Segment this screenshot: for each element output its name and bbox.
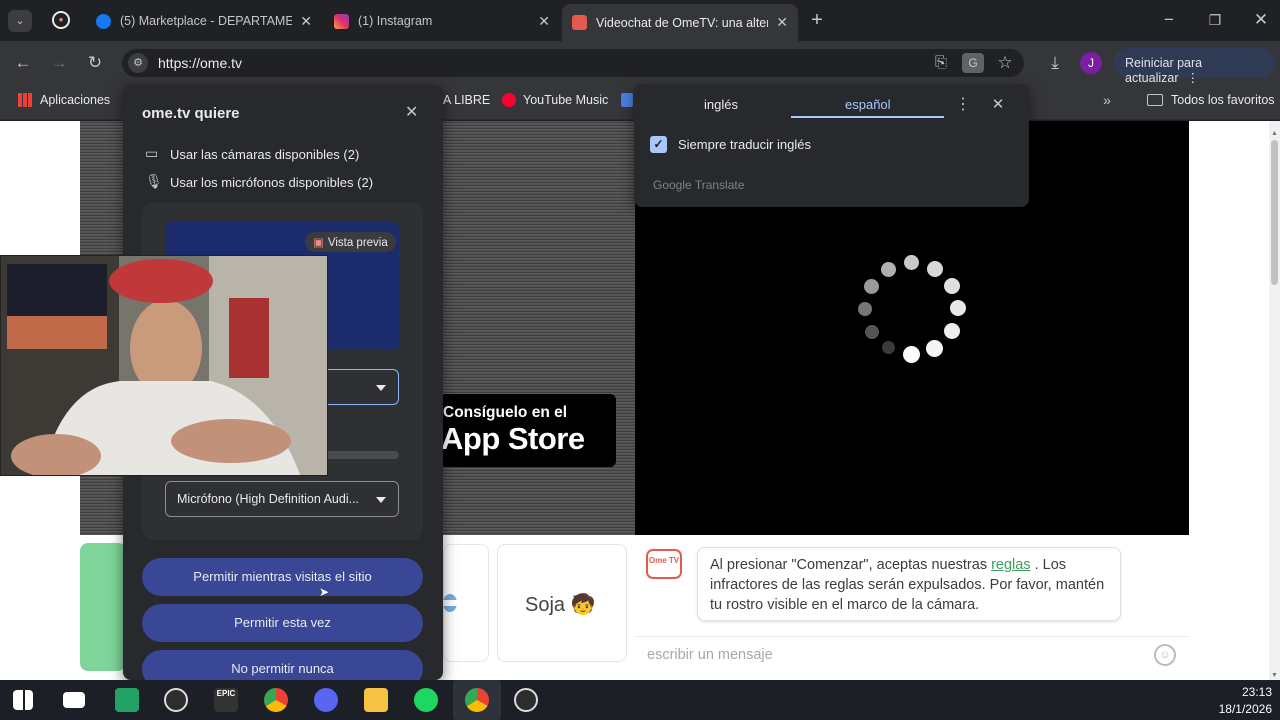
back-icon[interactable]: ← (12, 53, 34, 73)
epic-games-icon[interactable]: EPIC (214, 688, 238, 712)
always-translate-label: Siempre traducir inglés (678, 137, 811, 152)
update-button[interactable]: Reiniciar para actualizar ⋮ (1114, 48, 1276, 85)
bookmark-apps[interactable]: Aplicaciones (18, 93, 110, 107)
webcam-image (1, 256, 327, 475)
mouse-cursor-icon: ➤ (319, 585, 330, 599)
chrome-profile-icon[interactable] (465, 688, 489, 712)
discord-icon[interactable] (314, 688, 338, 712)
rules-message: Al presionar "Comenzar", aceptas nuestra… (697, 547, 1121, 621)
app-circle-icon[interactable] (164, 688, 188, 712)
minimize-icon[interactable]: − (1158, 10, 1180, 30)
obs-icon[interactable] (514, 688, 538, 712)
chrome-icon[interactable] (264, 688, 288, 712)
close-window-icon[interactable]: ✕ (1250, 10, 1272, 30)
install-app-icon[interactable]: ⎘ (930, 53, 952, 73)
close-tab-icon[interactable]: ✕ (776, 14, 788, 31)
tab-ometv[interactable]: Videochat de OmeTV: una alternativa ✕ (562, 4, 798, 41)
reload-icon[interactable]: ↻ (84, 53, 106, 73)
microphone-icon: 🎙 (145, 173, 163, 189)
kid-emoji-icon: 🧒 (570, 594, 596, 616)
close-icon[interactable]: ✕ (988, 95, 1008, 115)
soja-label: Soja 🧒 (525, 594, 596, 616)
close-tab-icon[interactable]: ✕ (300, 13, 312, 30)
download-icon[interactable]: ⤓ (1044, 53, 1066, 73)
windows-start-icon[interactable] (13, 690, 33, 710)
apps-grid-icon (18, 93, 32, 107)
close-tab-icon[interactable]: ✕ (538, 13, 550, 30)
mic-permission-row: Usar los micrófonos disponibles (2) (170, 175, 374, 190)
permission-title: ome.tv quiere (142, 105, 240, 122)
facebook-icon (96, 13, 111, 29)
emoji-icon[interactable]: ☺ (1154, 644, 1176, 666)
tradingview-icon[interactable] (63, 692, 85, 708)
bookmark-star-icon[interactable]: ☆ (994, 53, 1016, 73)
active-tab-indicator (791, 116, 944, 118)
webcam-overlay[interactable] (0, 255, 328, 476)
instagram-icon (334, 13, 349, 29)
allow-once-button[interactable]: Permitir esta vez (142, 604, 423, 642)
chevron-down-icon (376, 497, 386, 503)
tab-search-icon[interactable]: ⌄ (8, 10, 32, 32)
spotify-icon[interactable] (414, 688, 438, 712)
docs-bookmark-icon[interactable] (621, 93, 633, 107)
argentina-flag-icon (443, 594, 457, 612)
bookmark-all[interactable]: Todos los favoritos (1147, 93, 1275, 107)
tab-target-language[interactable]: español (845, 97, 891, 112)
start-button-card[interactable] (80, 543, 126, 671)
chevron-down-icon (376, 385, 386, 391)
more-options-icon[interactable]: ⋮ (954, 95, 972, 115)
taskbar (0, 680, 1280, 720)
preview-badge: ▣ Vista previa (305, 232, 396, 252)
tab-instagram[interactable]: (1) Instagram ✕ (324, 6, 560, 36)
video-icon: ▣ (313, 237, 324, 249)
ometv-icon (572, 15, 587, 30)
google-translate-brand: Google Translate (653, 178, 745, 192)
spreadsheet-app-icon[interactable] (115, 688, 139, 712)
address-bar[interactable] (122, 49, 1024, 77)
camera-permission-row: Usar las cámaras disponibles (2) (170, 147, 360, 162)
more-bookmarks-icon[interactable]: » (1098, 90, 1116, 110)
site-info-icon[interactable]: ⚙ (128, 53, 148, 73)
forward-icon[interactable]: → (48, 53, 70, 73)
bookmark-youtube-music[interactable]: YouTube Music (502, 93, 608, 107)
appstore-small-text: Consíguelo en el (443, 404, 568, 421)
taskbar-clock[interactable]: 23:13 18/1/2026 (1218, 684, 1272, 718)
bookmark-libre[interactable]: A LIBRE (443, 93, 490, 107)
allow-while-visiting-button[interactable]: Permitir mientras visitas el sitio (142, 558, 423, 596)
appstore-big-text: App Store (441, 421, 585, 456)
rules-link[interactable]: reglas (991, 557, 1031, 573)
restore-icon[interactable]: ❐ (1204, 10, 1226, 30)
scroll-up-icon[interactable]: ▲ (1269, 124, 1280, 144)
new-tab-icon[interactable]: + (806, 10, 828, 30)
message-placeholder: escribir un mensaje (647, 647, 773, 663)
camera-icon: ▭ (145, 145, 159, 161)
folder-icon (1147, 94, 1163, 106)
scrollbar-thumb[interactable] (1271, 140, 1278, 285)
translate-icon[interactable]: G (962, 53, 984, 73)
profile-avatar[interactable]: J (1080, 52, 1102, 74)
microphone-select-value: Micrófono (High Definition Audi... (177, 492, 360, 506)
youtube-music-icon (502, 93, 516, 107)
tab-source-language[interactable]: inglés (704, 97, 738, 112)
ometv-chat-logo: Ome TV (646, 549, 682, 579)
url-text[interactable]: https://ome.tv (158, 55, 242, 71)
close-icon[interactable]: ✕ (405, 102, 418, 122)
always-translate-checkbox[interactable]: ✓ (650, 136, 667, 153)
file-explorer-icon[interactable] (364, 688, 388, 712)
record-icon[interactable]: ● (52, 11, 70, 29)
tab-marketplace[interactable]: (5) Marketplace - DEPARTAMENTO ✕ (86, 6, 322, 36)
